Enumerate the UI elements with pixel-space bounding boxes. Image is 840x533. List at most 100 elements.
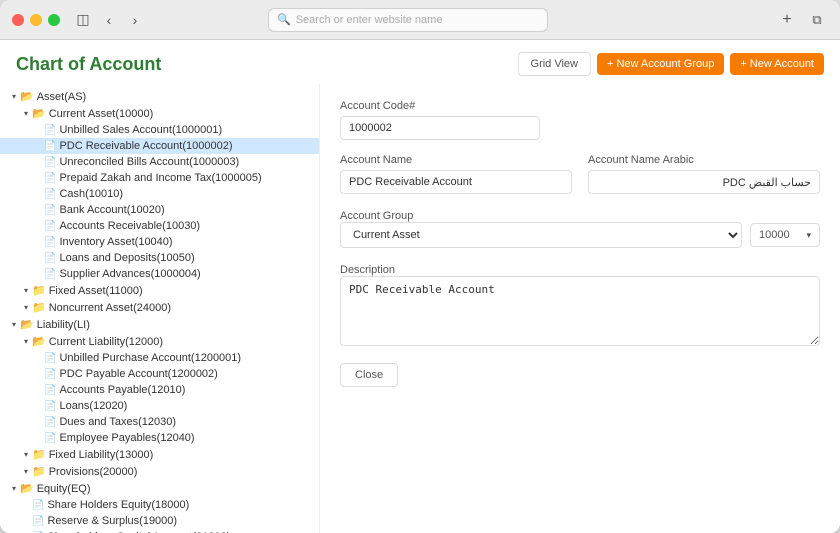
tree-item[interactable]: ▾ 📄 PDC Payable Account(1200002)	[0, 366, 319, 382]
tree-label: Unreconciled Bills Account(1000003)	[59, 156, 239, 168]
new-account-button[interactable]: + New Account	[730, 53, 824, 75]
tree-item[interactable]: ▾ 📁 Fixed Liability(13000)	[0, 446, 319, 463]
tree-label: Fixed Asset(11000)	[49, 285, 143, 297]
folder-icon: 📂	[32, 107, 46, 120]
file-icon: 📄	[44, 125, 56, 136]
tree-item[interactable]: ▾ 📄 Dues and Taxes(12030)	[0, 414, 319, 430]
page-title: Chart of Account	[16, 54, 161, 75]
tree-item[interactable]: ▾ 📁 Noncurrent Asset(24000)	[0, 299, 319, 316]
toggle-icon[interactable]: ▾	[20, 449, 32, 461]
account-name-arabic-input[interactable]	[588, 170, 820, 194]
tree-item[interactable]: ▾ 📄 Accounts Payable(12010)	[0, 382, 319, 398]
maximize-button[interactable]	[48, 14, 60, 26]
tree-item[interactable]: ▾ 📄 Accounts Receivable(10030)	[0, 218, 319, 234]
file-icon: 📄	[44, 141, 56, 152]
tree-label: Liability(LI)	[37, 319, 90, 331]
description-textarea[interactable]: PDC Receivable Account	[340, 276, 820, 346]
back-icon[interactable]: ‹	[98, 9, 120, 31]
tree-label: Current Asset(10000)	[49, 108, 154, 120]
file-icon: 📄	[44, 157, 56, 168]
account-group-select[interactable]: Current Asset	[340, 222, 742, 248]
tree-label: Inventory Asset(10040)	[59, 236, 172, 248]
new-account-group-button[interactable]: + New Account Group	[597, 53, 724, 75]
file-icon: 📄	[32, 516, 44, 527]
tree-item[interactable]: ▾ 📄 Shareholders Capital Account(21000)	[0, 529, 319, 533]
close-button[interactable]	[12, 14, 24, 26]
tree-label: Prepaid Zakah and Income Tax(1000005)	[59, 172, 261, 184]
tree-item[interactable]: ▾ 📁 Provisions(20000)	[0, 463, 319, 480]
account-group-label: Account Group	[340, 210, 413, 222]
toggle-icon[interactable]: ▾	[20, 108, 32, 120]
tree-item[interactable]: ▾ 📄 Supplier Advances(1000004)	[0, 266, 319, 282]
toggle-icon[interactable]: ▾	[20, 302, 32, 314]
tree-label: Supplier Advances(1000004)	[59, 268, 200, 280]
tree-item[interactable]: ▾ 📄 Loans(12020)	[0, 398, 319, 414]
minimize-button[interactable]	[30, 14, 42, 26]
titlebar: ◫ ‹ › 🔍 Search or enter website name + ⧉	[0, 0, 840, 40]
tree-item[interactable]: ▾ 📄 Unbilled Purchase Account(1200001)	[0, 350, 319, 366]
account-name-input[interactable]	[340, 170, 572, 194]
tree-item[interactable]: ▾ 📄 Share Holders Equity(18000)	[0, 497, 319, 513]
account-code-row: Account Code#	[340, 100, 820, 140]
toggle-icon[interactable]: ▾	[8, 319, 20, 331]
new-tab-icon[interactable]: +	[776, 9, 798, 31]
toggle-icon[interactable]: ▾	[20, 336, 32, 348]
file-icon: 📄	[44, 221, 56, 232]
account-group-code-value: 10000	[759, 229, 790, 241]
file-icon: 📄	[44, 369, 56, 380]
tree-item[interactable]: ▾ 📂 Equity(EQ)	[0, 480, 319, 497]
folder-icon: 📂	[20, 318, 34, 331]
tree-item[interactable]: ▾ 📄 Cash(10010)	[0, 186, 319, 202]
folder-icon: 📁	[32, 448, 46, 461]
account-group-select-row: Current Asset 10000 ▾	[340, 222, 820, 248]
tree-item[interactable]: ▾ 📄 PDC Receivable Account(1000002)	[0, 138, 319, 154]
tree-item[interactable]: ▾ 📂 Liability(LI)	[0, 316, 319, 333]
description-row: Description PDC Receivable Account	[340, 262, 820, 349]
tree-item[interactable]: ▾ 📄 Inventory Asset(10040)	[0, 234, 319, 250]
account-group-code[interactable]: 10000 ▾	[750, 223, 820, 247]
tree-panel[interactable]: ▾ 📂 Asset(AS) ▾ 📂 Current Asset(10000) ▾…	[0, 84, 320, 533]
grid-view-button[interactable]: Grid View	[518, 52, 591, 76]
tree-item[interactable]: ▾ 📄 Bank Account(10020)	[0, 202, 319, 218]
account-name-row: Account Name Account Name Arabic	[340, 154, 820, 194]
account-code-input[interactable]	[340, 116, 540, 140]
tree-item[interactable]: ▾ 📂 Asset(AS)	[0, 88, 319, 105]
tree-item[interactable]: ▾ 📂 Current Asset(10000)	[0, 105, 319, 122]
tree-label: Accounts Payable(12010)	[59, 384, 185, 396]
account-code-group: Account Code#	[340, 100, 820, 140]
file-icon: 📄	[44, 433, 56, 444]
toggle-icon[interactable]: ▾	[20, 466, 32, 478]
toggle-icon[interactable]: ▾	[8, 483, 20, 495]
header-buttons: Grid View + New Account Group + New Acco…	[518, 52, 824, 76]
file-icon: 📄	[44, 417, 56, 428]
description-label: Description	[340, 264, 395, 276]
folder-icon: 📂	[32, 335, 46, 348]
tree-label: Unbilled Sales Account(1000001)	[59, 124, 222, 136]
tree-item[interactable]: ▾ 📄 Unreconciled Bills Account(1000003)	[0, 154, 319, 170]
account-group-row: Account Group Current Asset 10000 ▾	[340, 208, 820, 248]
chevron-down-icon: ▾	[806, 230, 811, 241]
tree-item[interactable]: ▾ 📄 Reserve & Surplus(19000)	[0, 513, 319, 529]
form-actions: Close	[340, 363, 820, 387]
tree-label: PDC Receivable Account(1000002)	[59, 140, 232, 152]
tree-item[interactable]: ▾ 📁 Fixed Asset(11000)	[0, 282, 319, 299]
sidebar-toggle-icon[interactable]: ◫	[72, 9, 94, 31]
duplicate-icon[interactable]: ⧉	[806, 9, 828, 31]
folder-icon: 📁	[32, 284, 46, 297]
address-bar[interactable]: 🔍 Search or enter website name	[268, 8, 548, 32]
toggle-icon[interactable]: ▾	[20, 285, 32, 297]
forward-icon[interactable]: ›	[124, 9, 146, 31]
file-icon: 📄	[32, 500, 44, 511]
tree-item[interactable]: ▾ 📄 Employee Payables(12040)	[0, 430, 319, 446]
account-code-label: Account Code#	[340, 100, 820, 112]
folder-icon: 📂	[20, 90, 34, 103]
detail-panel: Account Code# Account Name Account Name …	[320, 84, 840, 533]
close-button[interactable]: Close	[340, 363, 398, 387]
toggle-icon[interactable]: ▾	[8, 91, 20, 103]
tree-item[interactable]: ▾ 📄 Loans and Deposits(10050)	[0, 250, 319, 266]
account-name-label: Account Name	[340, 154, 572, 166]
tree-item[interactable]: ▾ 📄 Unbilled Sales Account(1000001)	[0, 122, 319, 138]
tree-item[interactable]: ▾ 📂 Current Liability(12000)	[0, 333, 319, 350]
tree-item[interactable]: ▾ 📄 Prepaid Zakah and Income Tax(1000005…	[0, 170, 319, 186]
account-name-arabic-label: Account Name Arabic	[588, 154, 820, 166]
